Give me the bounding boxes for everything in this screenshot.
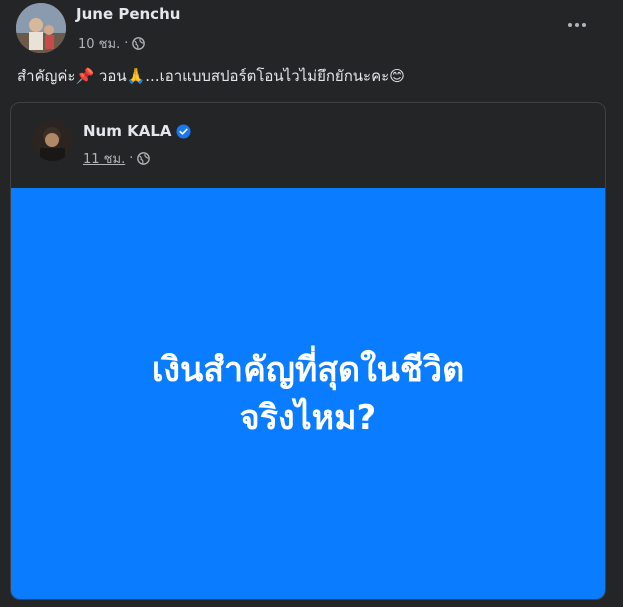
shared-post-time[interactable]: 11 ชม. — [83, 148, 125, 169]
text-post-background[interactable]: เงินสำคัญที่สุดในชีวิต จริงไหม? — [11, 188, 605, 599]
shared-author-avatar[interactable] — [32, 120, 73, 161]
globe-icon[interactable] — [137, 152, 151, 165]
meta-separator: · — [124, 36, 129, 51]
post-meta: 10 ชม. · — [78, 33, 146, 54]
text-post-line-2: จริงไหม? — [239, 397, 377, 438]
shared-author-name[interactable]: Num KALA — [83, 122, 171, 140]
facebook-post: June Penchu 10 ชม. · สำคัญค่ะ📌 วอน🙏...เอ… — [0, 0, 623, 607]
shared-post-meta: 11 ชม. · — [83, 148, 151, 169]
author-name[interactable]: June Penchu — [76, 5, 180, 23]
meta-separator: · — [129, 151, 134, 166]
post-caption: สำคัญค่ะ📌 วอน🙏...เอาแบบสปอร์ตโอนไวไม่ยึก… — [17, 67, 405, 85]
author-avatar[interactable] — [16, 3, 66, 53]
globe-icon[interactable] — [132, 37, 146, 50]
shared-post-card[interactable]: Num KALA 11 ชม. · เงินสำคัญที่สุดในชีวิต — [10, 102, 606, 600]
more-options-icon[interactable] — [562, 12, 592, 38]
text-post-line-1: เงินสำคัญที่สุดในชีวิต — [151, 349, 465, 390]
verified-badge-icon — [176, 123, 192, 139]
shared-author-row: Num KALA — [83, 122, 192, 140]
post-time[interactable]: 10 ชม. — [78, 33, 120, 54]
